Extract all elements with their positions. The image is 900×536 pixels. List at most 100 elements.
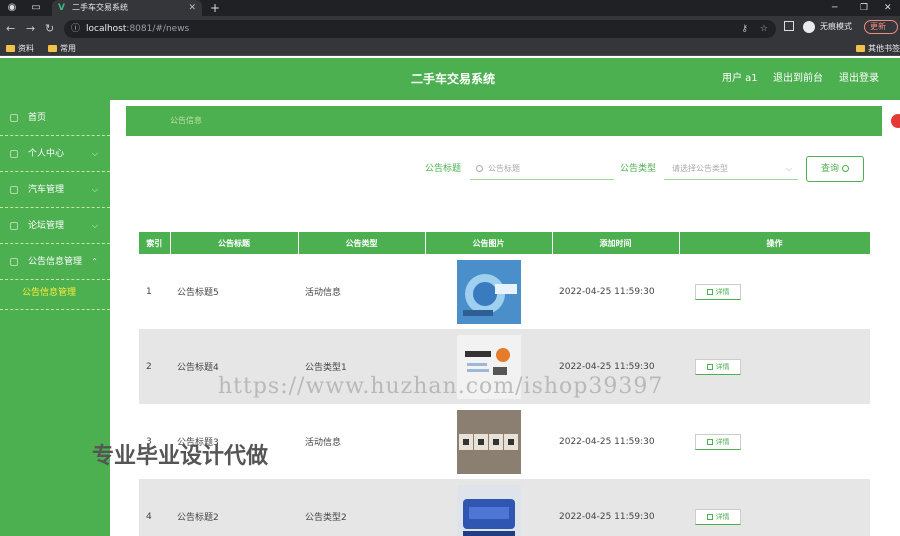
- news-blocks-thumb[interactable]: [456, 409, 521, 474]
- cell-image: [425, 254, 552, 329]
- header-type[interactable]: 公告类型: [298, 232, 426, 254]
- incognito-icon: [803, 21, 815, 33]
- cell-action: 详情: [679, 254, 870, 329]
- detail-label: 详情: [715, 512, 730, 521]
- bookmark-folder-changyong[interactable]: 常用: [48, 42, 76, 56]
- type-select-placeholder: 请选择公告类型: [672, 164, 728, 173]
- cell-title: 公告标题2: [170, 479, 298, 536]
- url-watermark: https://www.huzhan.com/ishop39397: [218, 374, 664, 399]
- new-tab-icon[interactable]: +: [210, 0, 220, 16]
- chevron-down-icon: ⌵: [91, 185, 98, 194]
- bookmark-star-icon[interactable]: ☆: [760, 20, 768, 38]
- type-search-label: 公告类型: [620, 164, 657, 174]
- detail-label: 详情: [715, 287, 730, 296]
- reload-icon[interactable]: ↻: [45, 21, 54, 37]
- breadcrumb: 公告信息: [126, 106, 882, 136]
- cell-time: 2022-04-25 11:59:30: [559, 436, 655, 447]
- url-field[interactable]: ⓘ localhost:8081/#/news ⚷ ☆: [64, 20, 776, 38]
- back-icon[interactable]: ←: [6, 21, 15, 37]
- header-action: 操作: [679, 232, 871, 254]
- forward-icon[interactable]: →: [26, 21, 35, 37]
- url-host: localhost: [86, 24, 127, 34]
- update-button[interactable]: 更新: [864, 20, 898, 34]
- search-icon: [476, 165, 483, 172]
- key-icon[interactable]: ⚷: [741, 20, 748, 38]
- title-search-label: 公告标题: [425, 164, 462, 174]
- detail-label: 详情: [715, 437, 730, 446]
- cell-image: [425, 479, 552, 536]
- sidebar-item-label: 公告信息管理: [28, 257, 83, 267]
- car-icon: [10, 186, 18, 194]
- floating-notification-icon[interactable]: [891, 114, 900, 128]
- sidebar-item-label: 论坛管理: [28, 221, 65, 231]
- browser-tab[interactable]: V 二手车交易系统 ✕: [52, 0, 202, 16]
- back-to-frontend-link[interactable]: 退出到前台: [773, 58, 823, 100]
- minimize-icon[interactable]: ─: [832, 0, 837, 16]
- logout-link[interactable]: 退出登录: [839, 58, 879, 100]
- maximize-icon[interactable]: ❐: [860, 0, 868, 16]
- forum-icon: [10, 222, 18, 230]
- detail-icon: [706, 288, 713, 295]
- sidebar-item-notice-management[interactable]: 公告信息管理 ⌃: [0, 244, 110, 280]
- query-button-label: 查询: [820, 164, 839, 174]
- cell-time: 2022-04-25 11:59:30: [552, 479, 679, 536]
- app-title: 二手车交易系统: [410, 72, 495, 86]
- cell-index: 1: [146, 286, 152, 297]
- detail-icon: [706, 438, 713, 445]
- tab-title: 二手车交易系统: [72, 3, 128, 12]
- bookmark-folder-ziliao[interactable]: 资料: [6, 42, 34, 56]
- type-select[interactable]: 请选择公告类型 ⌵: [664, 158, 798, 180]
- chevron-down-icon: ⌵: [785, 164, 792, 173]
- cell-type: 公告类型2: [298, 479, 425, 536]
- cell-action: 详情: [679, 329, 870, 404]
- sidebar-subitem-notice-info[interactable]: 公告信息管理: [0, 276, 110, 310]
- side-panel-icon[interactable]: [784, 21, 794, 31]
- table-header-row: 索引 公告标题 公告类型 公告图片 添加时间 操作: [139, 232, 871, 254]
- browser-menu-icon[interactable]: ◉: [6, 2, 18, 14]
- browser-tab-bar: ◉ ▭ V 二手车交易系统 ✕ + ─ ❐ ✕: [0, 0, 900, 16]
- tab-search-icon[interactable]: ▭: [30, 2, 42, 14]
- detail-label: 详情: [715, 362, 730, 371]
- detail-button[interactable]: 详情: [695, 283, 741, 300]
- header-title[interactable]: 公告标题: [170, 232, 299, 254]
- window-close-icon[interactable]: ✕: [884, 0, 892, 16]
- site-info-icon[interactable]: ⓘ: [71, 20, 80, 38]
- search-icon: [842, 165, 849, 172]
- cell-action: 详情: [679, 404, 870, 479]
- user-name: 用户 a1: [722, 73, 758, 84]
- header-index: 索引: [139, 232, 171, 254]
- detail-button[interactable]: 详情: [695, 358, 741, 375]
- news-key-thumb[interactable]: [456, 484, 521, 536]
- sidebar: 首页 个人中心 ⌵ 汽车管理 ⌵ 论坛管理 ⌵ 公告信息管理 ⌃ 公告信息管理: [0, 100, 110, 536]
- incognito-label: 无痕模式: [820, 22, 852, 31]
- notice-icon: [10, 258, 18, 266]
- chevron-down-icon: ⌵: [91, 221, 98, 230]
- sidebar-item-car-management[interactable]: 汽车管理 ⌵: [0, 172, 110, 208]
- detail-button[interactable]: 详情: [695, 508, 741, 525]
- cell-index: 2: [139, 329, 170, 404]
- text-watermark: 专业毕业设计代做: [92, 444, 269, 469]
- table-row: 4 公告标题2 公告类型2 2022-04-25 11:59:30 详情: [139, 479, 870, 536]
- title-search-input[interactable]: [470, 158, 614, 180]
- chevron-up-icon: ⌃: [91, 257, 98, 266]
- cell-time: 2022-04-25 11:59:30: [559, 286, 655, 297]
- news-globe-thumb[interactable]: [456, 259, 521, 324]
- sidebar-item-personal-center[interactable]: 个人中心 ⌵: [0, 136, 110, 172]
- user-icon: [10, 150, 18, 158]
- cell-type: 活动信息: [305, 438, 342, 448]
- query-button[interactable]: 查询: [806, 156, 864, 182]
- vue-logo-icon: V: [58, 3, 65, 13]
- browser-address-bar: ← → ↻ ⓘ localhost:8081/#/news ⚷ ☆: [0, 16, 900, 42]
- chevron-down-icon: ⌵: [91, 149, 98, 158]
- header-time[interactable]: 添加时间: [552, 232, 680, 254]
- detail-button[interactable]: 详情: [695, 433, 741, 450]
- sidebar-item-forum-management[interactable]: 论坛管理 ⌵: [0, 208, 110, 244]
- bookmarks-bar: 资料 常用 其他书签: [0, 42, 900, 56]
- tab-close-icon[interactable]: ✕: [188, 0, 196, 16]
- app-header: 二手车交易系统 用户 a1 退出到前台 退出登录: [0, 58, 900, 100]
- url-path: :8081/#/news: [126, 24, 190, 34]
- bookmark-folder-other[interactable]: 其他书签: [856, 42, 900, 56]
- cell-action: 详情: [679, 479, 870, 536]
- table-row: 1 公告标题5 活动信息 2022-04-25 11:59:30 详情: [139, 254, 870, 329]
- sidebar-item-home[interactable]: 首页: [0, 100, 110, 136]
